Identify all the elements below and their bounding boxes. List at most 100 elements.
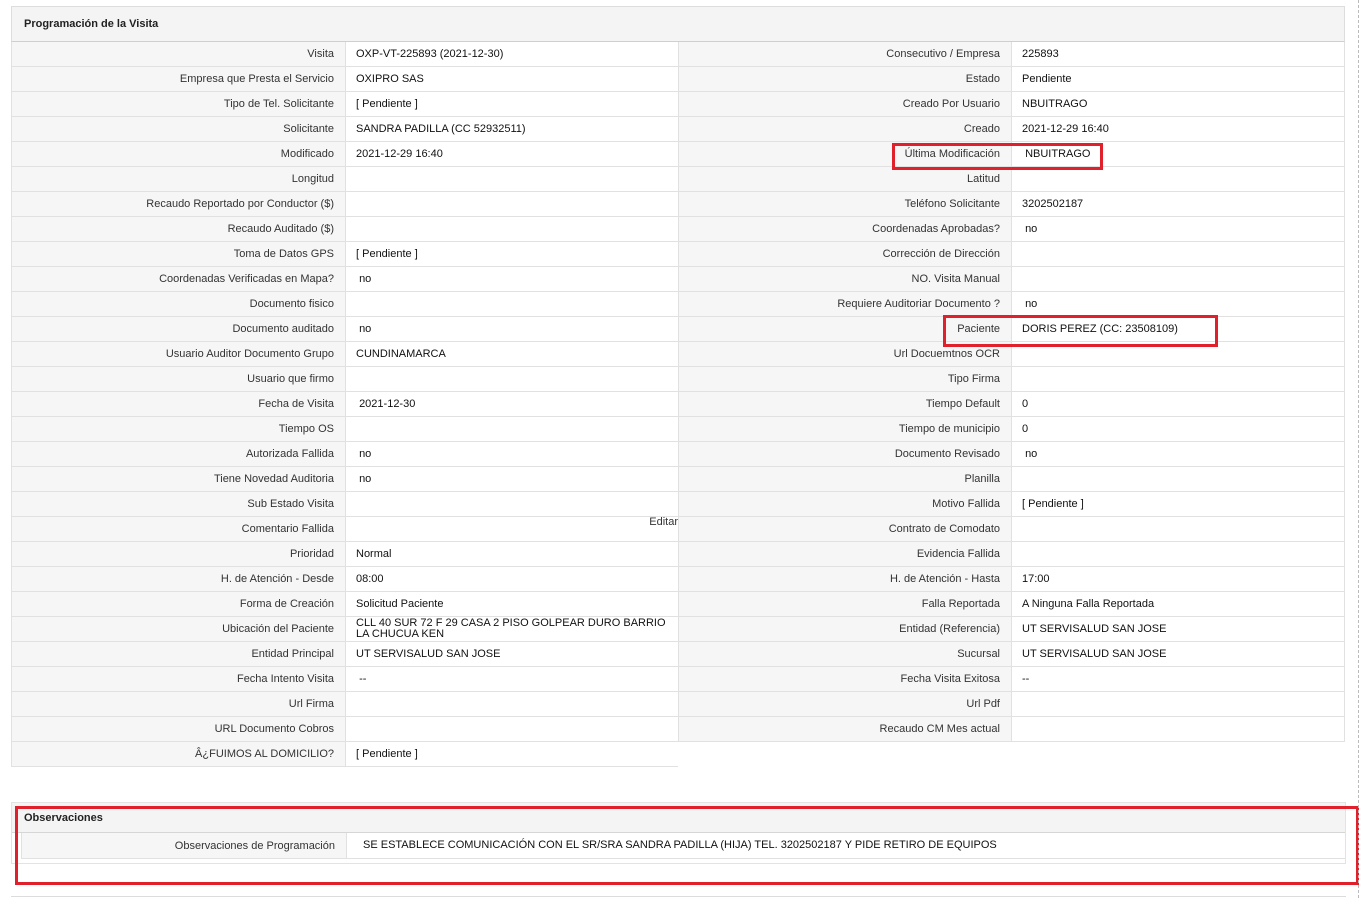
field-value: OXP-VT-225893 (2021-12-30) bbox=[346, 42, 678, 66]
field-value-text: Solicitud Paciente bbox=[356, 597, 444, 610]
field-label: Creado Por Usuario bbox=[679, 92, 1012, 116]
field-label: Fecha Visita Exitosa bbox=[679, 667, 1012, 691]
field-label: Falla Reportada bbox=[679, 592, 1012, 616]
field-label: Última Modificación bbox=[679, 142, 1012, 166]
field-value-text: SANDRA PADILLA (CC 52932511) bbox=[356, 122, 526, 135]
field-row: Teléfono Solicitante 3202502187 bbox=[678, 192, 1345, 217]
field-value bbox=[1012, 267, 1344, 291]
field-label: URL Documento Cobros bbox=[12, 717, 346, 741]
field-label: Toma de Datos GPS bbox=[12, 242, 346, 266]
field-value bbox=[346, 367, 678, 391]
field-label: Corrección de Dirección bbox=[679, 242, 1012, 266]
field-row: Recaudo Auditado ($) bbox=[11, 217, 678, 242]
field-row: Evidencia Fallida bbox=[678, 542, 1345, 567]
field-value: CLL 40 SUR 72 F 29 CASA 2 PISO GOLPEAR D… bbox=[346, 617, 678, 641]
field-value-text: no bbox=[356, 322, 372, 335]
field-value-text: 2021-12-29 16:40 bbox=[356, 147, 443, 160]
field-value: -- bbox=[346, 667, 678, 691]
field-label: Documento auditado bbox=[12, 317, 346, 341]
field-value-text: DORIS PEREZ (CC: 23508109) bbox=[1022, 322, 1178, 335]
field-label: Paciente bbox=[679, 317, 1012, 341]
field-label: Teléfono Solicitante bbox=[679, 192, 1012, 216]
field-value-text: UT SERVISALUD SAN JOSE bbox=[1022, 647, 1167, 660]
field-label: Url Firma bbox=[12, 692, 346, 716]
field-row: Recaudo CM Mes actual bbox=[678, 717, 1345, 742]
field-label: Recaudo Reportado por Conductor ($) bbox=[12, 192, 346, 216]
field-label: Longitud bbox=[12, 167, 346, 191]
field-label: Sucursal bbox=[679, 642, 1012, 666]
field-row: NO. Visita Manual bbox=[678, 267, 1345, 292]
field-value-text: [ Pendiente ] bbox=[356, 97, 418, 110]
field-value-text: 3202502187 bbox=[1022, 197, 1084, 210]
field-label: Url Docuemtnos OCR bbox=[679, 342, 1012, 366]
field-value: 3202502187 bbox=[1012, 192, 1344, 216]
field-label: Forma de Creación bbox=[12, 592, 346, 616]
field-label: Coordenadas Verificadas en Mapa? bbox=[12, 267, 346, 291]
field-label: Tiene Novedad Auditoria bbox=[12, 467, 346, 491]
field-value bbox=[346, 492, 678, 516]
field-value-text: CUNDINAMARCA bbox=[356, 347, 446, 360]
field-value-text: [ Pendiente ] bbox=[356, 747, 418, 760]
field-value: 17:00 bbox=[1012, 567, 1344, 591]
field-row: Prioridad Normal bbox=[11, 542, 678, 567]
field-label: Contrato de Comodato bbox=[679, 517, 1012, 541]
field-value-text: NBUITRAGO bbox=[1022, 97, 1088, 110]
field-label: Fecha Intento Visita bbox=[12, 667, 346, 691]
field-row: Tiene Novedad Auditoria no bbox=[11, 467, 678, 492]
field-row: Fecha de Visita 2021-12-30 bbox=[11, 392, 678, 417]
page-edge-guide bbox=[1358, 0, 1359, 898]
field-value-text: no bbox=[356, 472, 372, 485]
field-label: Planilla bbox=[679, 467, 1012, 491]
field-value bbox=[346, 192, 678, 216]
field-row: Documento auditado no bbox=[11, 317, 678, 342]
field-value: CUNDINAMARCA bbox=[346, 342, 678, 366]
observaciones-title: Observaciones bbox=[12, 803, 1345, 833]
field-row: Sub Estado Visita bbox=[11, 492, 678, 517]
field-row: H. de Atención - Desde 08:00 bbox=[11, 567, 678, 592]
field-value: no bbox=[1012, 292, 1344, 316]
field-value: no bbox=[1012, 442, 1344, 466]
field-row: Autorizada Fallida no bbox=[11, 442, 678, 467]
field-label: NO. Visita Manual bbox=[679, 267, 1012, 291]
field-value: NBUITRAGO bbox=[1012, 92, 1344, 116]
field-row: Tiempo Default 0 bbox=[678, 392, 1345, 417]
field-value bbox=[1012, 717, 1344, 741]
field-value: no bbox=[346, 442, 678, 466]
field-value bbox=[346, 167, 678, 191]
field-label: Entidad (Referencia) bbox=[679, 617, 1012, 641]
field-label: Comentario Fallida bbox=[12, 517, 346, 541]
field-value-text: 225893 bbox=[1022, 47, 1059, 60]
field-value-text: UT SERVISALUD SAN JOSE bbox=[1022, 622, 1167, 635]
field-value bbox=[346, 717, 678, 741]
field-value: UT SERVISALUD SAN JOSE bbox=[1012, 642, 1344, 666]
field-value: -- bbox=[1012, 667, 1344, 691]
field-row: Usuario que firmo bbox=[11, 367, 678, 392]
field-value: NBUITRAGO bbox=[1012, 142, 1344, 166]
field-row: Recaudo Reportado por Conductor ($) bbox=[11, 192, 678, 217]
field-row: Consecutivo / Empresa 225893 bbox=[678, 42, 1345, 67]
details-grid: Visita OXP-VT-225893 (2021-12-30) Empresa … bbox=[11, 42, 1345, 767]
left-column: Visita OXP-VT-225893 (2021-12-30) Empresa … bbox=[11, 42, 678, 767]
field-label: Recaudo Auditado ($) bbox=[12, 217, 346, 241]
field-row: Creado 2021-12-29 16:40 bbox=[678, 117, 1345, 142]
edit-link[interactable]: Editar bbox=[649, 517, 678, 528]
field-label: Documento fisico bbox=[12, 292, 346, 316]
field-value-text: no bbox=[356, 272, 372, 285]
panel-title: Programación de la Visita bbox=[11, 6, 1345, 42]
field-label: Usuario Auditor Documento Grupo bbox=[12, 342, 346, 366]
field-row: Contrato de Comodato bbox=[678, 517, 1345, 542]
field-row: Empresa que Presta el Servicio OXIPRO SAS bbox=[11, 67, 678, 92]
field-row: Comentario Fallida Editar bbox=[11, 517, 678, 542]
field-label: Tiempo de municipio bbox=[679, 417, 1012, 441]
field-row: Coordenadas Aprobadas? no bbox=[678, 217, 1345, 242]
field-label: Prioridad bbox=[12, 542, 346, 566]
field-value: no bbox=[346, 317, 678, 341]
field-row: Corrección de Dirección bbox=[678, 242, 1345, 267]
field-label: H. de Atención - Hasta bbox=[679, 567, 1012, 591]
field-value bbox=[346, 217, 678, 241]
field-row: Requiere Auditoriar Documento ? no bbox=[678, 292, 1345, 317]
field-row: Modificado 2021-12-29 16:40 bbox=[11, 142, 678, 167]
field-value bbox=[1012, 342, 1344, 366]
field-row: Última Modificación NBUITRAGO bbox=[678, 142, 1345, 167]
field-value-text: -- bbox=[356, 672, 367, 685]
